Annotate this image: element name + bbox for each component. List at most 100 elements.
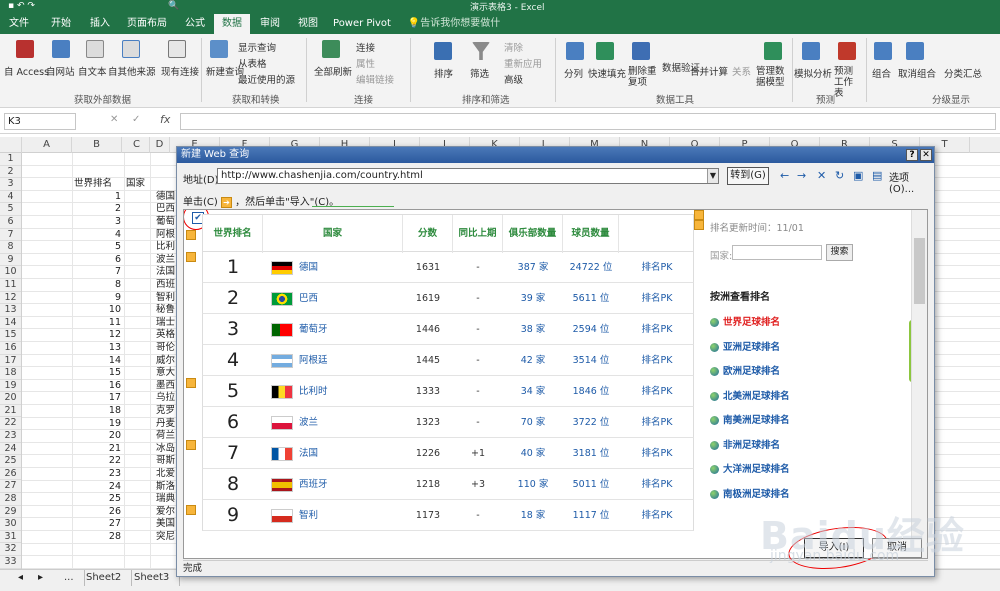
country-link[interactable]: 巴西 (299, 283, 318, 314)
tab-power-pivot[interactable]: Power Pivot (332, 14, 392, 34)
cell[interactable]: 波兰 (156, 254, 178, 267)
consolidate-button[interactable]: 合并计算 (690, 64, 728, 78)
row-header[interactable]: 26 (0, 468, 21, 481)
country-link[interactable]: 法国 (299, 438, 318, 469)
ranking-pk-link[interactable]: 排名PK (619, 438, 695, 469)
cell[interactable]: 世界排名 (74, 178, 124, 191)
row-header[interactable]: 3 (0, 178, 21, 191)
forecast-sheet-button[interactable]: 预测工作表 (834, 66, 858, 99)
clubs-link[interactable]: 34 家 (503, 376, 563, 407)
clubs-link[interactable]: 110 家 (503, 469, 563, 500)
players-link[interactable]: 1846 位 (563, 376, 619, 407)
enter-icon[interactable]: ✓ (132, 114, 140, 125)
row-header[interactable]: 16 (0, 342, 21, 355)
players-link[interactable]: 2594 位 (563, 314, 619, 345)
cell[interactable]: 9 (72, 292, 121, 305)
select-all-corner[interactable] (0, 137, 22, 153)
cell[interactable]: 斯洛 (156, 481, 178, 494)
cell[interactable]: 美国 (156, 518, 178, 531)
country-link[interactable]: 德国 (299, 252, 318, 283)
table-select-arrow-icon[interactable] (186, 252, 196, 262)
row-header[interactable]: 11 (0, 279, 21, 292)
cell[interactable]: 2 (72, 203, 121, 216)
cell[interactable]: 25 (72, 493, 121, 506)
players-link[interactable]: 3722 位 (563, 407, 619, 438)
address-dropdown-icon[interactable]: ▼ (707, 169, 718, 183)
cell[interactable]: 荷兰 (156, 430, 178, 443)
group-button[interactable]: 组合 (872, 66, 891, 80)
quick-access-toolbar[interactable]: ▪ ↶ ↷ 🔍 (8, 1, 179, 13)
row-header[interactable]: 8 (0, 241, 21, 254)
row-header[interactable]: 17 (0, 355, 21, 368)
row-header[interactable]: 33 (0, 556, 21, 569)
clubs-link[interactable]: 39 家 (503, 283, 563, 314)
row-header[interactable]: 7 (0, 229, 21, 242)
continent-ranking-link[interactable]: 北美洲足球排名 (710, 388, 790, 402)
row-header[interactable]: 6 (0, 216, 21, 229)
row-header[interactable]: 24 (0, 443, 21, 456)
table-select-arrow-icon[interactable] (186, 378, 196, 388)
existing-connections-button[interactable]: 现有连接 (161, 64, 199, 78)
cell[interactable]: 26 (72, 506, 121, 519)
cell[interactable]: 19 (72, 418, 121, 431)
table-select-arrow-icon[interactable] (186, 230, 196, 240)
cell[interactable]: 威尔 (156, 355, 178, 368)
show-queries-button[interactable]: 显示查询 (238, 40, 276, 54)
country-link[interactable]: 比利时 (299, 376, 328, 407)
players-link[interactable]: 3181 位 (563, 438, 619, 469)
from-web-button[interactable]: 自网站 (46, 64, 75, 78)
refresh-icon[interactable]: ↻ (835, 169, 844, 182)
cell[interactable]: 6 (72, 254, 121, 267)
row-header[interactable]: 21 (0, 405, 21, 418)
cell[interactable]: 13 (72, 342, 121, 355)
filter-button[interactable]: 筛选 (470, 66, 489, 80)
row-header[interactable]: 18 (0, 367, 21, 380)
reapply-button[interactable]: 重新应用 (504, 56, 542, 70)
ranking-pk-link[interactable]: 排名PK (619, 376, 695, 407)
row-header[interactable]: 4 (0, 191, 21, 204)
cell[interactable]: 22 (72, 455, 121, 468)
row-header[interactable]: 15 (0, 329, 21, 342)
tab-formulas[interactable]: 公式 (178, 14, 212, 34)
cell[interactable]: 10 (72, 304, 121, 317)
from-table-button[interactable]: 从表格 (238, 56, 267, 70)
table-select-arrow-icon[interactable] (694, 210, 704, 220)
tab-home[interactable]: 开始 (44, 14, 78, 34)
continent-ranking-link[interactable]: 世界足球排名 (710, 314, 780, 328)
cell[interactable]: 14 (72, 355, 121, 368)
cell[interactable]: 秘鲁 (156, 304, 178, 317)
tell-me-box[interactable]: 💡告诉我你想要做什么 (404, 14, 504, 49)
subtotal-button[interactable]: 分类汇总 (944, 66, 982, 80)
players-link[interactable]: 3514 位 (563, 345, 619, 376)
row-header[interactable]: 14 (0, 317, 21, 330)
column-header[interactable]: A (22, 137, 72, 153)
cell[interactable]: 德国 (156, 191, 178, 204)
hide-icons-icon[interactable]: ▣ (853, 169, 863, 182)
print-preview-icon[interactable]: 🔍 (168, 1, 179, 11)
cell[interactable]: 12 (72, 329, 121, 342)
cell[interactable]: 7 (72, 266, 121, 279)
what-if-analysis-button[interactable]: 模拟分析 (794, 66, 832, 80)
cell[interactable]: 3 (72, 216, 121, 229)
refresh-all-button[interactable]: 全部刷新 (314, 64, 352, 78)
cell[interactable]: 15 (72, 367, 121, 380)
text-to-columns-button[interactable]: 分列 (564, 66, 583, 80)
row-header[interactable]: 1 (0, 153, 21, 166)
row-header[interactable]: 2 (0, 166, 21, 179)
scroll-right-icon[interactable]: ▸ (38, 572, 43, 583)
row-header[interactable]: 28 (0, 493, 21, 506)
advanced-button[interactable]: 高级 (504, 72, 523, 86)
country-link[interactable]: 葡萄牙 (299, 314, 328, 345)
cell[interactable]: 23 (72, 468, 121, 481)
properties-button[interactable]: 属性 (356, 56, 375, 70)
cell[interactable]: 克罗 (156, 405, 178, 418)
address-input[interactable]: http://www.chashenjia.com/country.html (217, 168, 719, 184)
cell[interactable]: 阿根 (156, 229, 178, 242)
country-link[interactable]: 波兰 (299, 407, 318, 438)
row-header[interactable]: 13 (0, 304, 21, 317)
clubs-link[interactable]: 42 家 (503, 345, 563, 376)
players-link[interactable]: 1117 位 (563, 500, 619, 531)
cell[interactable]: 英格 (156, 329, 178, 342)
ranking-pk-link[interactable]: 排名PK (619, 469, 695, 500)
row-header[interactable]: 32 (0, 543, 21, 556)
